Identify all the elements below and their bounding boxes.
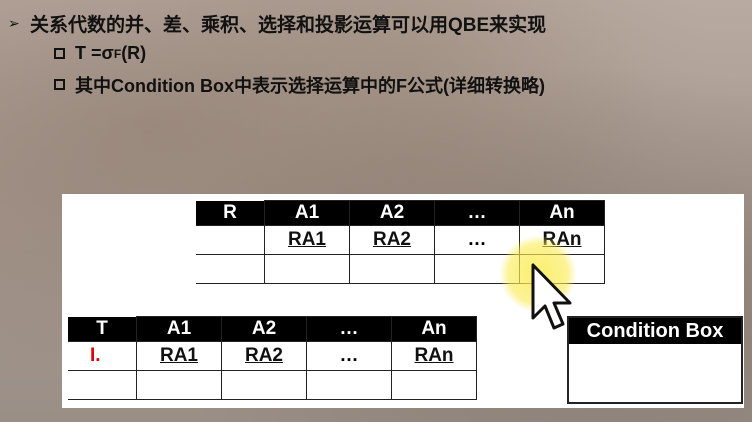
qbe-table-t: T A1 A2 … An I. RA1 RA2 … RAn bbox=[68, 316, 477, 400]
table-cell[interactable] bbox=[264, 254, 350, 284]
bullet-sub-2: 其中Condition Box中表示选择运算中的F公式(详细转换略) bbox=[54, 69, 744, 100]
formula-prefix: T = bbox=[75, 43, 102, 63]
condition-box-title: Condition Box bbox=[569, 318, 741, 344]
formula-suffix: (R) bbox=[121, 43, 147, 63]
relation-name-r: R bbox=[196, 200, 265, 226]
table-cell[interactable]: RA1 bbox=[136, 341, 222, 371]
table-cell[interactable] bbox=[196, 225, 265, 255]
table-header: A1 bbox=[136, 316, 222, 342]
relation-name-t: T bbox=[68, 316, 137, 342]
table-header: A2 bbox=[349, 200, 435, 226]
table-cell[interactable]: RA2 bbox=[349, 225, 435, 255]
condition-box: Condition Box bbox=[567, 316, 743, 404]
table-cell[interactable]: RA1 bbox=[264, 225, 350, 255]
table-cell[interactable] bbox=[136, 370, 222, 400]
bullet-sub-2-text: 其中Condition Box中表示选择运算中的F公式(详细转换略) bbox=[75, 75, 545, 96]
checkbox-bullet-icon bbox=[54, 48, 65, 59]
bullet-main: ➢ 关系代数的并、差、乘积、选择和投影运算可以用QBE来实现 bbox=[8, 8, 744, 38]
checkbox-bullet-icon bbox=[54, 79, 65, 90]
table-header: … bbox=[306, 316, 392, 342]
formula-sigma: σ bbox=[101, 43, 114, 63]
table-cell[interactable]: RAn bbox=[391, 341, 477, 371]
table-header: An bbox=[391, 316, 477, 342]
table-header: An bbox=[519, 200, 605, 226]
formula-subscript: F bbox=[113, 46, 122, 61]
table-header: A2 bbox=[221, 316, 307, 342]
insert-command-label[interactable]: I. bbox=[68, 341, 137, 371]
bullet-main-text: 关系代数的并、差、乘积、选择和投影运算可以用QBE来实现 bbox=[30, 14, 547, 36]
table-cell[interactable] bbox=[68, 370, 137, 400]
mouse-pointer-icon bbox=[531, 263, 572, 330]
bullet-sub-1: T = σ F (R) bbox=[54, 38, 744, 69]
table-cell[interactable] bbox=[196, 254, 265, 284]
table-header: A1 bbox=[264, 200, 350, 226]
table-header: … bbox=[434, 200, 520, 226]
table-cell[interactable]: RA2 bbox=[221, 341, 307, 371]
slide-bullets: ➢ 关系代数的并、差、乘积、选择和投影运算可以用QBE来实现 T = σ F (… bbox=[8, 8, 744, 100]
table-cell[interactable] bbox=[391, 370, 477, 400]
table-cell[interactable] bbox=[306, 370, 392, 400]
arrow-bullet-icon: ➢ bbox=[8, 14, 20, 31]
condition-box-input[interactable] bbox=[569, 344, 741, 402]
table-cell[interactable] bbox=[221, 370, 307, 400]
table-cell[interactable] bbox=[349, 254, 435, 284]
qbe-diagram-panel: R A1 A2 … An RA1 RA2 … RAn T A1 A2 … An bbox=[62, 194, 744, 408]
table-cell[interactable]: … bbox=[306, 341, 392, 371]
